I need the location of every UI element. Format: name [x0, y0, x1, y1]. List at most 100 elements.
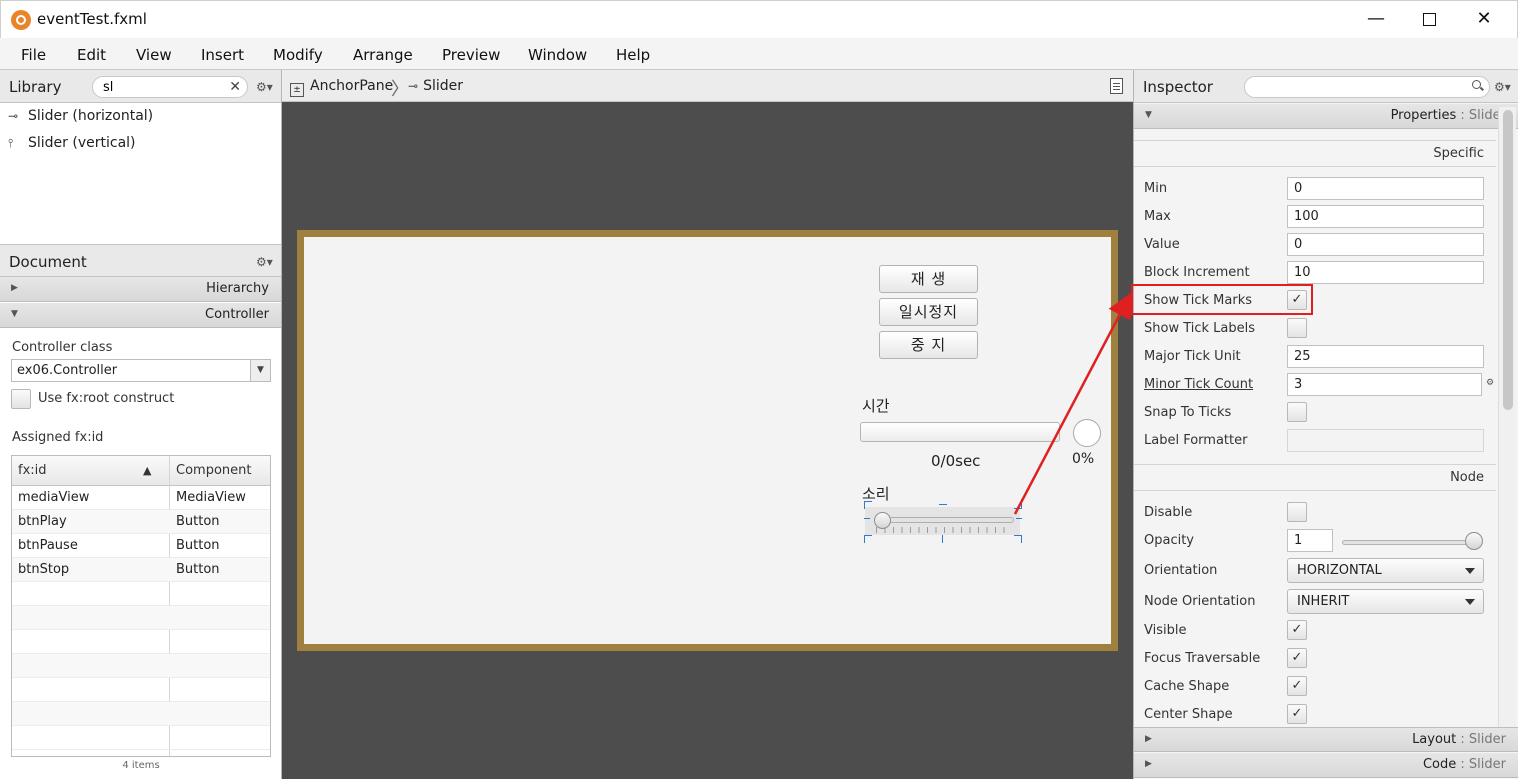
menu-insert[interactable]: Insert — [201, 46, 244, 64]
orientation-label: Orientation — [1144, 563, 1218, 578]
volume-slider-track[interactable] — [874, 517, 1014, 523]
empty-row — [12, 678, 270, 702]
property-gear-icon[interactable]: ⚙ — [1486, 378, 1494, 388]
disable-checkbox[interactable] — [1287, 502, 1307, 522]
row-component: Button — [176, 514, 220, 529]
title-bar: eventTest.fxml — ✕ — [0, 0, 1518, 38]
snap-to-ticks-checkbox[interactable] — [1287, 402, 1307, 422]
major-tick-unit-input[interactable]: 25 — [1287, 345, 1484, 368]
selection-handle[interactable] — [942, 535, 943, 543]
selection-handle[interactable] — [1016, 518, 1022, 520]
stop-button[interactable]: 중 지 — [879, 331, 978, 359]
hierarchy-label: Hierarchy — [206, 281, 269, 296]
selection-handle[interactable] — [864, 518, 870, 520]
layout-section[interactable]: ▶ Layout : Slider — [1134, 727, 1518, 752]
menu-edit[interactable]: Edit — [77, 46, 106, 64]
orientation-select[interactable]: HORIZONTAL — [1287, 558, 1484, 583]
selection-handle[interactable] — [939, 499, 947, 505]
menu-file[interactable]: File — [21, 46, 46, 64]
table-row[interactable]: mediaView MediaView — [12, 486, 270, 510]
min-input[interactable]: 0 — [1287, 177, 1484, 200]
center-shape-checkbox[interactable]: ✓ — [1287, 704, 1307, 724]
minor-tick-count-label[interactable]: Minor Tick Count — [1144, 377, 1253, 392]
focus-traversable-checkbox[interactable]: ✓ — [1287, 648, 1307, 668]
scrollbar-thumb[interactable] — [1503, 110, 1513, 410]
selection-handle[interactable] — [864, 501, 872, 509]
value-input[interactable]: 0 — [1287, 233, 1484, 256]
progress-indicator — [1073, 419, 1101, 447]
expanded-triangle-icon: ▼ — [11, 309, 18, 319]
breadcrumb-slider[interactable]: ⊸ Slider — [408, 78, 463, 94]
inspector-gear-icon[interactable]: ⚙▾ — [1494, 80, 1511, 94]
library-gear-icon[interactable]: ⚙▾ — [256, 80, 273, 94]
anchor-pane[interactable]: 재 생 일시정지 중 지 시간 0/0sec 0% 소리 — [304, 237, 1111, 644]
search-icon — [1472, 80, 1481, 89]
menu-arrange[interactable]: Arrange — [353, 46, 413, 64]
volume-slider-thumb[interactable] — [874, 512, 891, 529]
maximize-icon — [1422, 12, 1436, 26]
inspector-scrollbar[interactable] — [1498, 107, 1516, 730]
cache-shape-checkbox[interactable]: ✓ — [1287, 676, 1307, 696]
document-gear-icon[interactable]: ⚙▾ — [256, 255, 273, 269]
breadcrumb-anchorpane[interactable]: ± AnchorPane — [290, 78, 393, 97]
library-search-input[interactable] — [103, 79, 223, 95]
inspector-title: Inspector — [1143, 78, 1213, 96]
controller-section[interactable]: ▼ Controller — [0, 303, 281, 328]
block-increment-input[interactable]: 10 — [1287, 261, 1484, 284]
column-fxid[interactable]: fx:id — [18, 463, 47, 478]
selection-handle[interactable] — [1014, 535, 1022, 543]
chevron-down-icon[interactable]: ▼ — [250, 360, 270, 381]
sort-ascending-icon[interactable]: ▲ — [143, 464, 151, 477]
minimize-button[interactable]: — — [1353, 1, 1399, 39]
close-button[interactable]: ✕ — [1461, 1, 1507, 39]
breadcrumb-separator: 〉 — [391, 79, 409, 100]
inspector-search-input[interactable] — [1244, 76, 1490, 98]
play-button[interactable]: 재 생 — [879, 265, 978, 293]
properties-label: Properties — [1390, 108, 1457, 123]
empty-row — [12, 654, 270, 678]
snap-to-ticks-label: Snap To Ticks — [1144, 405, 1232, 420]
code-section[interactable]: ▶ Code : Slider — [1134, 753, 1518, 778]
chevron-down-icon — [1465, 568, 1475, 574]
block-increment-label: Block Increment — [1144, 265, 1250, 280]
row-fxid: btnStop — [18, 562, 70, 577]
column-component[interactable]: Component — [176, 463, 251, 478]
opacity-input[interactable]: 1 — [1287, 529, 1333, 552]
annotation-highlight-box — [1131, 284, 1313, 315]
minor-tick-count-input[interactable]: 3 — [1287, 373, 1482, 396]
menu-help[interactable]: Help — [616, 46, 650, 64]
hierarchy-section[interactable]: ▶ Hierarchy — [0, 277, 281, 302]
visible-checkbox[interactable]: ✓ — [1287, 620, 1307, 640]
clear-search-icon[interactable]: ✕ — [229, 79, 241, 95]
document-icon[interactable] — [1110, 78, 1123, 94]
library-header: Library ✕ ⚙▾ — [0, 70, 281, 103]
library-search-box[interactable]: ✕ — [92, 76, 248, 98]
opacity-slider-thumb[interactable] — [1465, 532, 1483, 550]
anchorpane-icon: ± — [290, 83, 304, 97]
table-row[interactable]: btnPause Button — [12, 534, 270, 558]
use-fx-root-checkbox[interactable] — [11, 389, 31, 409]
time-progress-bar — [860, 422, 1060, 442]
assigned-fxid-label: Assigned fx:id — [12, 430, 104, 445]
pause-button[interactable]: 일시정지 — [879, 298, 978, 326]
menu-window[interactable]: Window — [528, 46, 587, 64]
table-row[interactable]: btnStop Button — [12, 558, 270, 582]
properties-section[interactable]: ▼ Properties : Slider — [1134, 104, 1518, 129]
show-tick-labels-checkbox[interactable] — [1287, 318, 1307, 338]
menu-modify[interactable]: Modify — [273, 46, 323, 64]
library-item-slider-horizontal[interactable]: ⊸ Slider (horizontal) — [8, 108, 153, 124]
opacity-slider-track[interactable] — [1342, 540, 1482, 545]
menu-view[interactable]: View — [136, 46, 172, 64]
table-row[interactable]: btnPlay Button — [12, 510, 270, 534]
node-orientation-select[interactable]: INHERIT — [1287, 589, 1484, 614]
library-item-slider-vertical[interactable]: ⫯ Slider (vertical) — [8, 135, 136, 151]
max-input[interactable]: 100 — [1287, 205, 1484, 228]
menu-preview[interactable]: Preview — [442, 46, 500, 64]
anchor-pane-frame: 재 생 일시정지 중 지 시간 0/0sec 0% 소리 — [297, 230, 1118, 651]
controller-class-combo[interactable]: ex06.Controller ▼ — [11, 359, 271, 382]
left-panel: Library ✕ ⚙▾ ⊸ Slider (horizontal) ⫯ Slide… — [0, 70, 282, 779]
selection-handle[interactable] — [864, 535, 872, 543]
selection-handle[interactable] — [1014, 499, 1022, 509]
node-orientation-label: Node Orientation — [1144, 594, 1256, 609]
maximize-button[interactable] — [1406, 1, 1452, 39]
